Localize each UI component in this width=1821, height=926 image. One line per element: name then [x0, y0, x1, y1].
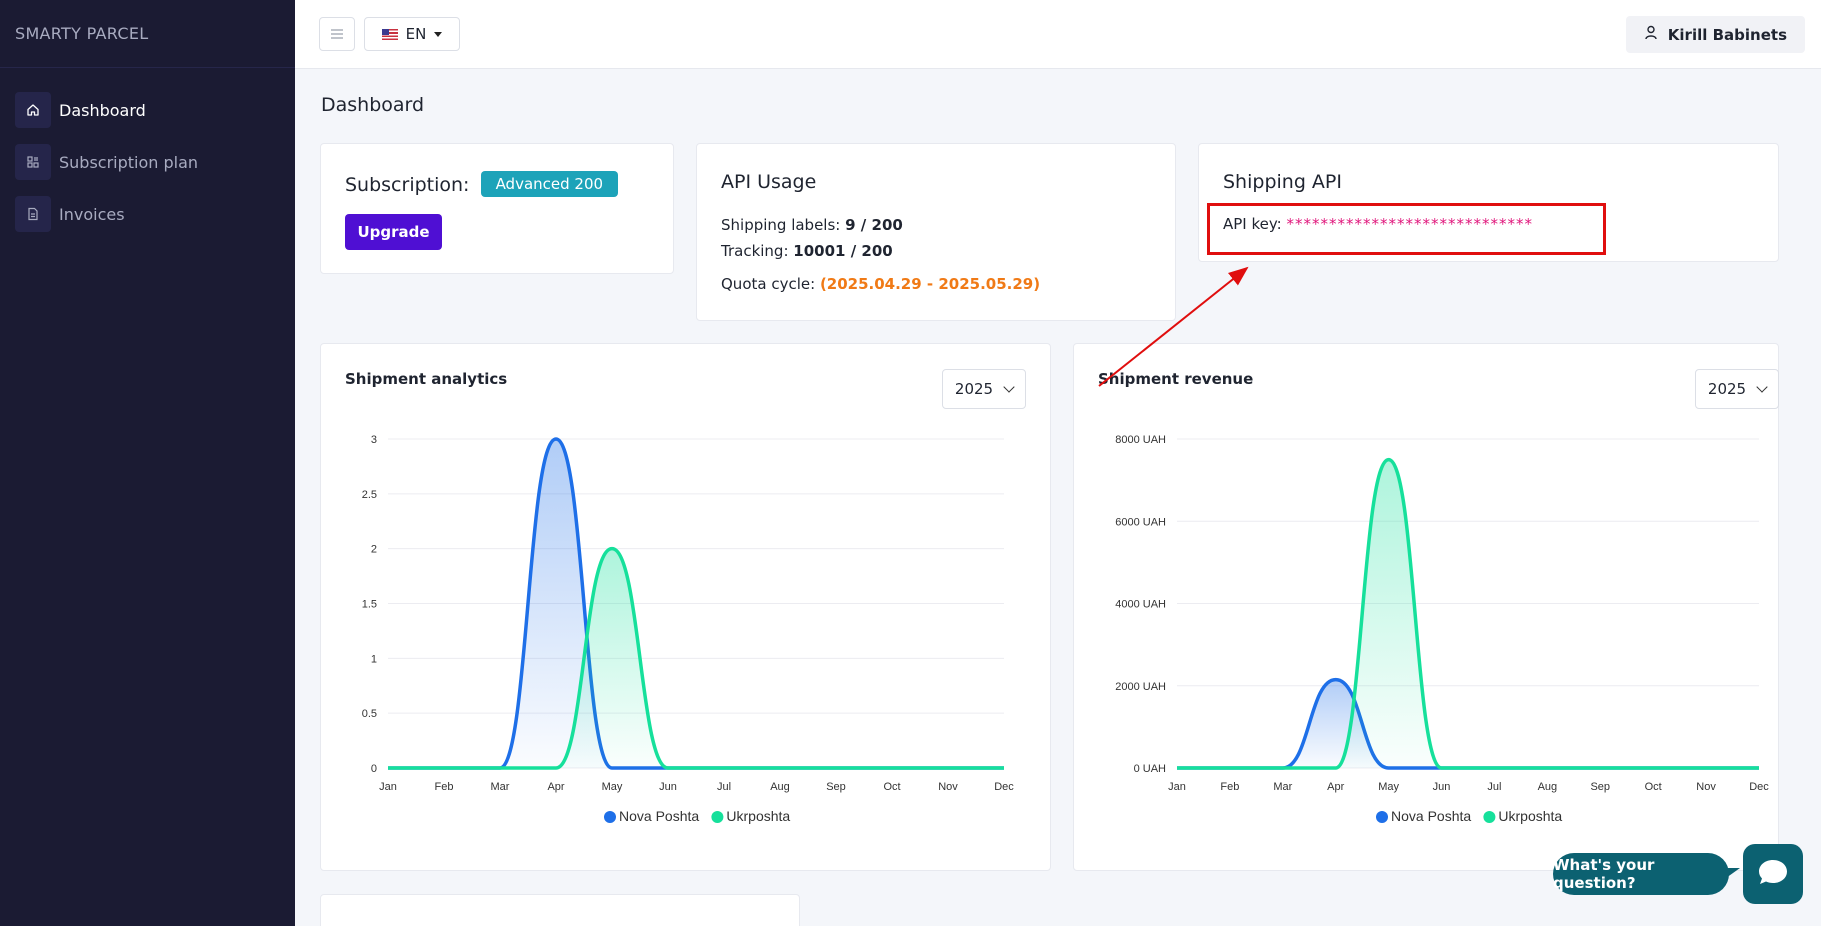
x-tick-label: Jul — [717, 781, 731, 793]
chat-bubble-tail — [1726, 868, 1740, 878]
shipment-revenue-chart: 0 UAH 2000 UAH 4000 UAH 6000 UAH 8000 UAH Jan… — [1115, 434, 1769, 824]
y-tick-label: 0 UAH — [1134, 763, 1166, 775]
x-tick-label: Dec — [994, 781, 1014, 793]
user-icon — [1644, 25, 1658, 44]
x-tick-label: May — [602, 781, 623, 793]
shipping-labels-label: Shipping labels: — [721, 216, 841, 234]
brand-logo: SMARTY PARCEL — [0, 0, 295, 68]
us-flag-icon — [381, 28, 398, 40]
x-tick-label: Aug — [1538, 781, 1558, 793]
series-line — [1177, 457, 1759, 770]
shipping-api-title: Shipping API — [1223, 171, 1342, 193]
menu-toggle-button[interactable] — [319, 17, 355, 51]
legend-marker — [1376, 811, 1388, 823]
y-tick-label: 2.5 — [362, 489, 377, 501]
tracking-card-partial — [320, 894, 800, 926]
legend-label[interactable]: Ukrposhta — [726, 808, 790, 824]
x-tick-label: Oct — [883, 781, 900, 793]
quota-value: (2025.04.29 - 2025.05.29) — [819, 275, 1041, 293]
page-title: Dashboard — [321, 94, 425, 116]
tracking-stat: Tracking: 10001 / 200 — [721, 238, 893, 264]
user-name: Kirill Babinets — [1667, 25, 1787, 44]
plan-badge: Advanced 200 — [480, 171, 619, 197]
x-tick-label: Apr — [547, 781, 564, 793]
document-icon — [15, 196, 51, 232]
x-tick-label: Jan — [1168, 781, 1186, 793]
shipping-labels-value: 9 / 200 — [845, 216, 903, 234]
y-tick-label: 1 — [371, 653, 377, 665]
sidebar-item-invoices[interactable]: Invoices — [15, 196, 295, 232]
tracking-value: 10001 / 200 — [793, 242, 893, 260]
x-tick-label: Feb — [1220, 781, 1239, 793]
x-tick-label: Aug — [770, 781, 790, 793]
sidebar-item-subscription-plan[interactable]: Subscription plan — [15, 144, 295, 180]
x-tick-label: Feb — [435, 781, 454, 793]
user-menu-button[interactable]: Kirill Babinets — [1625, 16, 1805, 53]
shipment-analytics-card: Shipment analytics 2025 0 0.5 1 1.5 2 2.5 3 Jan… — [320, 343, 1051, 871]
legend-marker — [711, 811, 724, 823]
x-tick-label: Jul — [1487, 781, 1501, 793]
y-tick-label: 2000 UAH — [1115, 681, 1166, 693]
subscription-card: Subscription: Advanced 200 Upgrade — [320, 143, 674, 274]
x-tick-label: Sep — [826, 781, 846, 793]
x-tick-label: Nov — [1696, 781, 1716, 793]
sidebar-item-dashboard[interactable]: Dashboard — [15, 92, 295, 128]
sidebar-nav: Dashboard Subscription plan Invoices — [0, 68, 295, 232]
sidebar: SMARTY PARCEL Dashboard Subscription pla… — [0, 0, 295, 926]
x-tick-label: Nov — [938, 781, 958, 793]
x-tick-label: Mar — [1273, 781, 1292, 793]
legend-label[interactable]: Nova Poshta — [1391, 808, 1471, 824]
y-tick-label: 1.5 — [362, 599, 377, 611]
sidebar-item-label: Dashboard — [59, 100, 146, 120]
y-tick-label: 0.5 — [362, 708, 377, 720]
x-tick-label: Oct — [1645, 781, 1662, 793]
series-area — [1177, 679, 1759, 768]
quota-cycle-stat: Quota cycle: (2025.04.29 - 2025.05.29) — [721, 271, 1040, 297]
series-area — [1177, 459, 1759, 768]
chat-open-button[interactable] — [1743, 844, 1803, 904]
y-tick-label: 2 — [371, 544, 377, 556]
x-tick-label: Jun — [659, 781, 677, 793]
x-tick-label: Sep — [1590, 781, 1610, 793]
sidebar-item-label: Invoices — [59, 204, 125, 224]
chat-prompt-bubble[interactable]: What's your question? — [1553, 853, 1729, 895]
x-tick-label: Dec — [1749, 781, 1769, 793]
x-tick-label: Jun — [1433, 781, 1451, 793]
top-header: EN Kirill Babinets — [295, 0, 1821, 69]
language-dropdown[interactable]: EN — [364, 17, 460, 51]
home-icon — [15, 92, 51, 128]
legend-marker — [604, 811, 616, 823]
sidebar-item-label: Subscription plan — [59, 152, 199, 172]
subscription-label: Subscription: — [345, 174, 470, 196]
legend-label[interactable]: Nova Poshta — [619, 808, 699, 824]
x-tick-label: May — [1378, 781, 1399, 793]
x-tick-label: Apr — [1327, 781, 1344, 793]
caret-down-icon — [434, 31, 443, 37]
language-label: EN — [405, 25, 427, 43]
api-usage-title: API Usage — [721, 171, 817, 193]
legend-marker — [1483, 811, 1496, 823]
y-tick-label: 0 — [371, 763, 377, 775]
series-line — [1177, 677, 1759, 770]
api-usage-card: API Usage Shipping labels: 9 / 200 Track… — [696, 143, 1176, 321]
tracking-label: Tracking: — [721, 242, 789, 260]
upgrade-button[interactable]: Upgrade — [345, 214, 442, 250]
shipment-revenue-card: Shipment revenue 2025 0 UAH 2000 UAH 4000 … — [1073, 343, 1779, 871]
y-tick-label: 6000 UAH — [1115, 516, 1166, 528]
shipping-labels-stat: Shipping labels: 9 / 200 — [721, 212, 903, 238]
quota-label: Quota cycle: — [721, 275, 816, 293]
hamburger-icon — [330, 25, 344, 44]
y-tick-label: 4000 UAH — [1115, 599, 1166, 611]
annotation-highlight-box — [1207, 203, 1606, 255]
chat-icon — [1756, 856, 1790, 892]
x-tick-label: Jan — [379, 781, 397, 793]
y-tick-label: 8000 UAH — [1115, 434, 1166, 446]
apps-icon — [15, 144, 51, 180]
shipment-analytics-chart: 0 0.5 1 1.5 2 2.5 3 Jan Feb Mar Apr May Jun Jul Aug Sep… — [362, 434, 1015, 824]
legend-label[interactable]: Ukrposhta — [1498, 808, 1562, 824]
x-tick-label: Mar — [491, 781, 510, 793]
y-tick-label: 3 — [371, 434, 377, 446]
